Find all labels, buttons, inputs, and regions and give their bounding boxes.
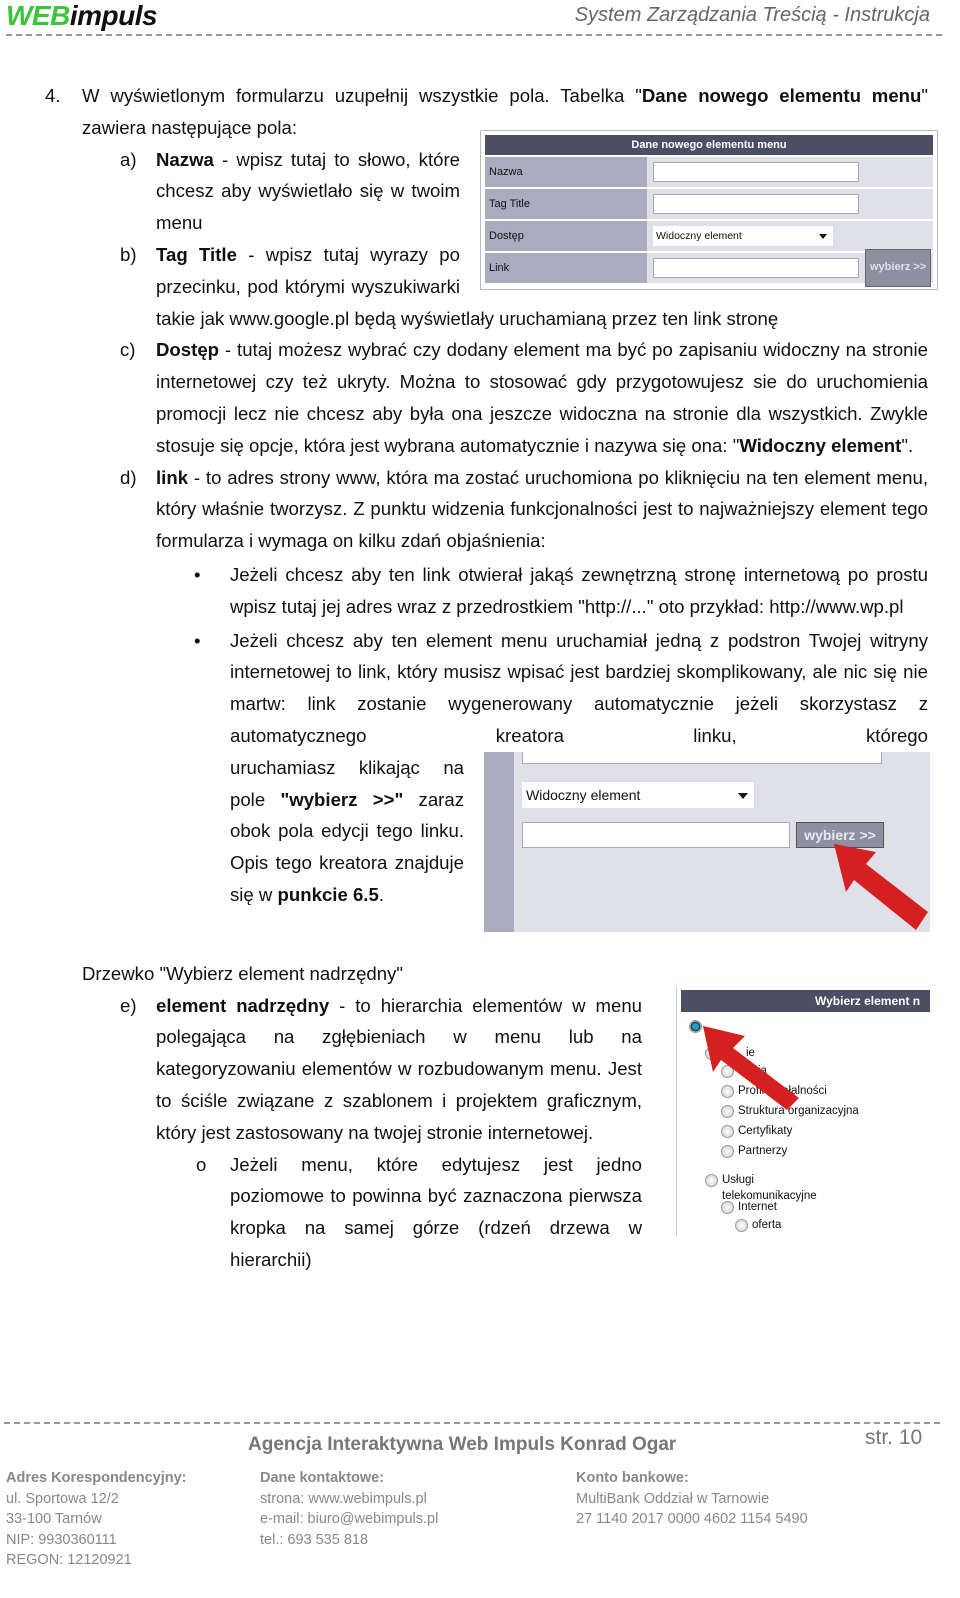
bullet-term: punkcie 6.5 — [277, 883, 379, 905]
bullet-text: Jeżeli chcesz aby ten link otwierał jaką… — [230, 563, 928, 617]
item-label: c) — [120, 339, 136, 361]
footer-line: MultiBank Oddział w Tarnowie — [576, 1490, 770, 1507]
red-arrow-icon — [834, 843, 928, 930]
item-text: - wpisz tutaj wyrazy po przecinku, pod k… — [156, 243, 779, 329]
sub-bullet: o Jeżeli menu, które edytujesz jest jedno… — [156, 1149, 928, 1276]
item-term: Nazwa — [156, 148, 214, 170]
item-label: e) — [120, 994, 137, 1016]
bullet-text: . — [378, 883, 384, 905]
item-label: b) — [120, 243, 137, 265]
step-number: 4. — [45, 85, 61, 106]
form-header: Dane nowego elementu menu — [485, 134, 933, 155]
bullet-marker: • — [194, 563, 201, 585]
bullet-1: • Jeżeli chcesz aby ten link otwierał jak… — [82, 559, 928, 623]
agency-name: Agencja Interaktywna Web Impuls Konrad O… — [248, 1434, 677, 1455]
bullet-term: "wybierz >>" — [280, 788, 404, 810]
footer-divider — [4, 1422, 940, 1424]
footer-line: 33-100 Tarnów — [6, 1511, 102, 1527]
item-term: link — [156, 466, 189, 488]
footer-line: tel.: 693 535 818 — [260, 1531, 369, 1548]
header-divider — [6, 34, 942, 36]
item-term: Widoczny element — [739, 434, 902, 456]
link-input[interactable] — [522, 821, 790, 848]
item-b: b) Tag Title - wpisz tutaj wyrazy po prze… — [82, 239, 928, 334]
document-title: System Zarządzania Treścią - Instrukcja — [574, 4, 930, 26]
logo-impuls: impuls — [69, 0, 158, 31]
tag-title-input[interactable] — [522, 751, 882, 764]
item-term: Dostęp — [156, 339, 220, 361]
footer-contact: Dane kontaktowe: strona: www.webimpuls.pl… — [260, 1468, 438, 1550]
item-label: d) — [120, 466, 137, 488]
red-arrow-icon — [703, 1025, 799, 1110]
document-body: 4. W wyświetlonym formularzu uzupełnij ws… — [45, 80, 938, 1276]
footer-bank: Konto bankowe: MultiBank Oddział w Tarnow… — [576, 1468, 808, 1530]
item-label: a) — [120, 148, 137, 170]
access-select[interactable]: Widoczny element — [522, 781, 754, 808]
bullet-marker: • — [194, 629, 201, 651]
step-term: Dane nowego elementu menu — [641, 85, 922, 106]
item-term: Tag Title — [156, 243, 237, 265]
step-text: W wyświetlonym formularzu uzupełnij wszy… — [82, 85, 642, 106]
item-c: c) Dostęp - tutaj możesz wybrać czy dodan… — [82, 334, 928, 461]
item-text: - to hierarchia elementów w menu polegaj… — [156, 994, 642, 1143]
name-input[interactable] — [653, 161, 859, 182]
dropdown-arrow-icon — [738, 792, 748, 804]
footer-line: 27 1140 2017 0000 4602 1154 5490 — [576, 1511, 808, 1527]
sub-bullet-text: Jeżeli menu, które edytujesz jest jedno … — [230, 1153, 642, 1270]
field-label: Tag Title — [485, 188, 647, 219]
footer-line: strona: www.webimpuls.pl — [260, 1490, 427, 1507]
field-label: Nazwa — [485, 156, 647, 187]
item-e: Wybierz element n ie ia Profil działalno… — [82, 985, 930, 1276]
item-text: ". — [901, 434, 914, 456]
footer-address: Adres Korespondencyjny: ul. Sportowa 12/2… — [6, 1468, 187, 1571]
tree-header: Wybierz element n — [681, 989, 930, 1012]
footer-heading: Dane kontaktowe: — [260, 1470, 385, 1486]
footer-line: NIP: 9930360111 — [6, 1531, 117, 1548]
sub-bullet-marker: o — [196, 1153, 207, 1175]
footer-line: ul. Sportowa 12/2 — [6, 1490, 119, 1507]
bullet-text: Jeżeli chcesz aby ten element menu uruch… — [230, 629, 928, 746]
footer-heading: Konto bankowe: — [576, 1470, 689, 1486]
footer-line: REGON: 12120921 — [6, 1552, 132, 1568]
item-text: - to adres strony www, która ma zostać u… — [156, 466, 928, 552]
footer-line: e-mail: biuro@webimpuls.pl — [260, 1511, 439, 1527]
choose-button-screenshot: Widoczny element wybierz >> — [484, 751, 930, 932]
item-d: d) link - to adres strony www, która ma z… — [82, 462, 928, 557]
footer-heading: Adres Korespondencyjny: — [6, 1470, 187, 1486]
tag-title-input[interactable] — [653, 193, 859, 214]
logo: WEBimpuls — [6, 0, 158, 32]
bullet-2: • Jeżeli chcesz aby ten element menu uruc… — [82, 625, 930, 932]
select-value: Widoczny element — [526, 786, 641, 803]
item-a: Dane nowego elementu menu Nazwa Tag Titl… — [82, 129, 938, 290]
logo-web: WEB — [6, 0, 70, 31]
item-term: element nadrzędny — [156, 994, 330, 1016]
page-number: str. 10 — [865, 1426, 923, 1449]
